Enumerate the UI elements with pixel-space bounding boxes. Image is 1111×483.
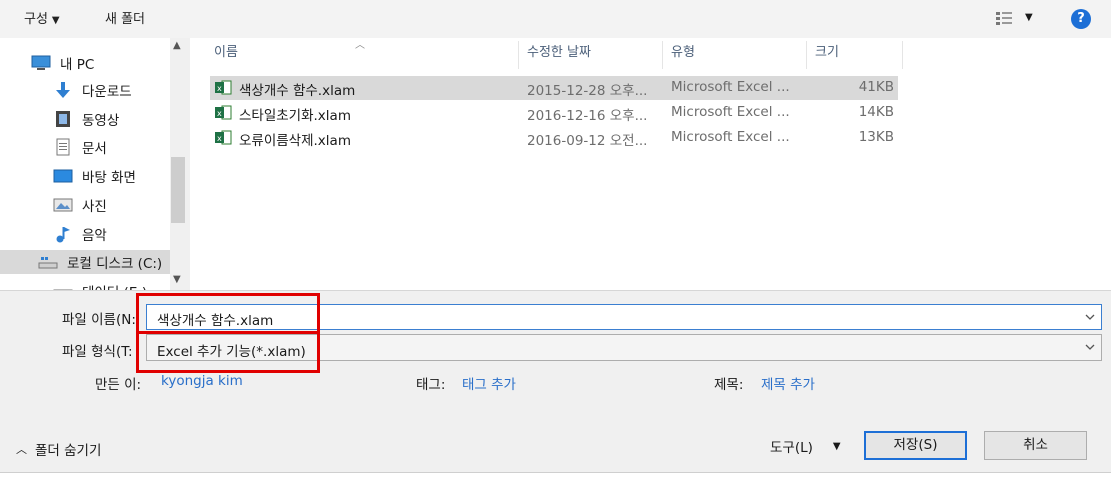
file-modified: 2016-09-12 오전... [527,133,648,149]
title-field[interactable]: 제목 추가 [761,373,815,393]
file-name: 스타일초기화.xlam [239,108,351,124]
file-row[interactable]: x 색상개수 함수.xlam 2015-12-28 오후... Microsof… [210,76,898,100]
navigation-pane: 내 PC 다운로드 동영상 문서 바탕 화면 사진 음악 로컬 디스크 (C:)… [0,38,186,290]
organize-menu-button[interactable]: 구성 ▼ [24,8,60,27]
chevron-down-icon[interactable] [1085,311,1095,321]
video-icon [52,110,74,128]
organize-label: 구성 [24,12,48,27]
scroll-up-icon[interactable]: ▲ [173,40,181,51]
nav-item-music[interactable]: 음악 [52,222,107,246]
column-divider[interactable] [806,41,807,69]
nav-item-pictures[interactable]: 사진 [52,193,107,217]
highlight-box [136,293,320,334]
window-bottom-edge [0,472,1111,483]
column-divider[interactable] [518,41,519,69]
pane-divider [0,290,1111,291]
tools-label: 도구(L) [770,440,813,456]
scroll-down-icon[interactable]: ▼ [173,274,181,285]
column-header-modified[interactable]: 수정한 날짜 [527,41,591,69]
file-type: Microsoft Excel ... [671,79,790,95]
sort-ascending-icon: ︿ [355,40,365,51]
title-label: 제목: [714,377,744,393]
chevron-up-icon: ︿ [16,443,27,456]
hide-folders-label: 폴더 숨기기 [35,443,102,459]
column-divider[interactable] [902,41,903,69]
local-disk-icon [37,253,59,271]
file-modified: 2015-12-28 오후... [527,83,648,99]
excel-file-icon: x [215,105,232,120]
file-row[interactable]: x 스타일초기화.xlam 2016-12-16 오후... Microsoft… [210,101,898,125]
file-size: 41KB [858,79,894,95]
nav-item-label: 로컬 디스크 (C:) [67,256,163,272]
nav-item-videos[interactable]: 동영상 [52,107,119,131]
nav-item-data-drive[interactable]: 데이터 (E:) [52,279,147,290]
cancel-button[interactable]: 취소 [984,431,1087,460]
music-icon [52,225,74,243]
filetype-label: 파일 형식(T: [62,344,133,360]
nav-item-label: 다운로드 [82,84,132,100]
pictures-icon [52,196,74,214]
file-type: Microsoft Excel ... [671,129,790,145]
column-header-size[interactable]: 크기 [815,41,839,69]
nav-item-local-disk[interactable]: 로컬 디스크 (C:) [0,250,171,274]
document-icon [52,138,74,156]
excel-file-icon: x [215,130,232,145]
nav-scrollbar-thumb[interactable] [171,157,185,223]
view-options-icon[interactable] [995,10,1013,26]
nav-item-label: 동영상 [82,113,120,129]
nav-item-label: 사진 [82,199,107,215]
help-icon[interactable]: ? [1071,9,1091,29]
excel-file-icon: x [215,80,232,95]
nav-item-this-pc[interactable]: 내 PC [30,51,94,75]
nav-item-desktop[interactable]: 바탕 화면 [52,164,136,188]
download-icon [52,81,74,99]
file-size: 14KB [858,104,894,120]
file-modified: 2016-12-16 오후... [527,108,648,124]
author-label: 만든 이: [95,377,142,393]
file-size: 13KB [858,129,894,145]
file-row[interactable]: x 오류이름삭제.xlam 2016-09-12 오전... Microsoft… [210,126,898,150]
column-header-name[interactable]: 이름 [214,41,238,69]
nav-item-label: 바탕 화면 [82,170,136,186]
svg-text:x: x [217,109,222,118]
nav-item-label: 내 PC [60,57,95,73]
toolbar [0,0,1111,38]
file-name: 색상개수 함수.xlam [239,83,356,99]
nav-item-downloads[interactable]: 다운로드 [52,78,132,102]
file-name: 오류이름삭제.xlam [239,133,351,149]
file-type: Microsoft Excel ... [671,104,790,120]
pc-icon [30,54,52,72]
new-folder-button[interactable]: 새 폴더 [105,8,145,27]
nav-item-documents[interactable]: 문서 [52,135,107,159]
tags-label: 태그: [416,377,446,393]
save-button[interactable]: 저장(S) [864,431,967,460]
author-field[interactable]: kyongja kim [161,373,243,389]
tools-menu-button[interactable]: 도구(L) ▼ [770,436,841,456]
svg-text:x: x [217,84,222,93]
tags-field[interactable]: 태그 추가 [462,373,516,393]
chevron-down-icon: ▼ [51,15,60,26]
column-divider[interactable] [662,41,663,69]
nav-item-label: 문서 [82,141,107,157]
nav-item-label: 음악 [82,228,107,244]
chevron-down-icon[interactable] [1085,341,1095,351]
chevron-down-icon: ▼ [832,440,841,452]
hide-folders-button[interactable]: ︿ 폴더 숨기기 [16,439,101,459]
filename-label: 파일 이름(N: [62,312,136,328]
column-header-type[interactable]: 유형 [671,41,695,69]
desktop-icon [52,167,74,185]
view-chevron-down-icon[interactable]: ▼ [1025,12,1033,23]
highlight-box [136,331,320,373]
nav-item-label: 데이터 (E:) [82,281,147,290]
drive-icon [52,282,74,290]
svg-text:x: x [217,134,222,143]
